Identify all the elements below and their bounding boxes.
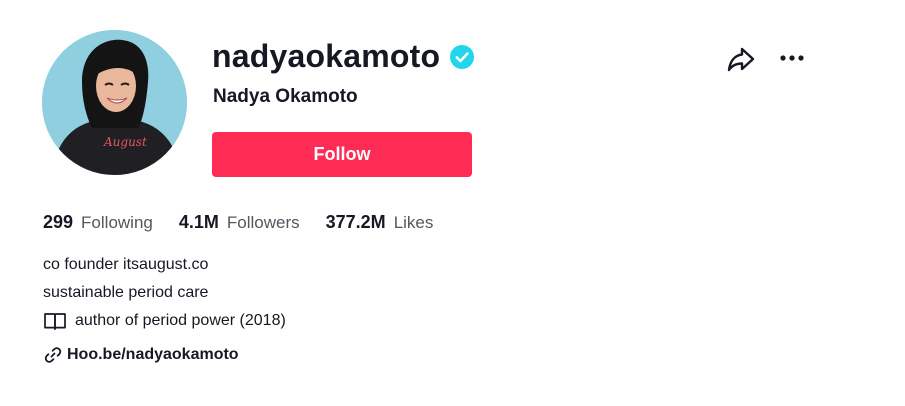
likes-count: 377.2M [325, 212, 386, 232]
username: nadyaokamoto [212, 38, 441, 74]
following-count: 299 [43, 212, 74, 232]
profile-link-text: Hoo.be/nadyaokamoto [67, 346, 239, 363]
profile-stats: 299 Following 4.1M Followers 377.2M Like… [43, 209, 459, 236]
bio-line-with-icon: author of period power (2018) [43, 307, 286, 335]
bio-line: co founder itsaugust.co [43, 256, 209, 273]
following-label: Following [81, 213, 153, 232]
svg-text:August: August [103, 135, 147, 149]
stat-following[interactable]: 299 Following [43, 209, 153, 236]
stat-followers[interactable]: 4.1M Followers [179, 209, 300, 236]
avatar[interactable]: August [42, 30, 187, 175]
followers-count: 4.1M [178, 212, 219, 232]
open-book-icon [44, 313, 66, 330]
profile-link[interactable]: Hoo.be/nadyaokamoto [44, 343, 239, 367]
likes-label: Likes [393, 213, 434, 232]
bio-line-text: author of period power (2018) [75, 312, 286, 329]
username-row: nadyaokamoto [212, 34, 475, 78]
more-options-icon[interactable] [777, 43, 807, 73]
verified-badge-icon [450, 45, 475, 69]
profile-header: August nadyaokamoto Nadya Okamoto Follow [0, 0, 905, 406]
bio: co founder itsaugust.co sustainable peri… [43, 251, 286, 335]
followers-label: Followers [226, 213, 300, 232]
bio-line: sustainable period care [43, 284, 209, 301]
follow-button[interactable]: Follow [212, 132, 472, 177]
share-icon[interactable] [726, 44, 756, 74]
display-name: Nadya Okamoto [213, 86, 358, 107]
stat-likes: 377.2M Likes [326, 209, 434, 236]
link-icon [44, 347, 62, 363]
avatar-image: August [42, 30, 187, 175]
